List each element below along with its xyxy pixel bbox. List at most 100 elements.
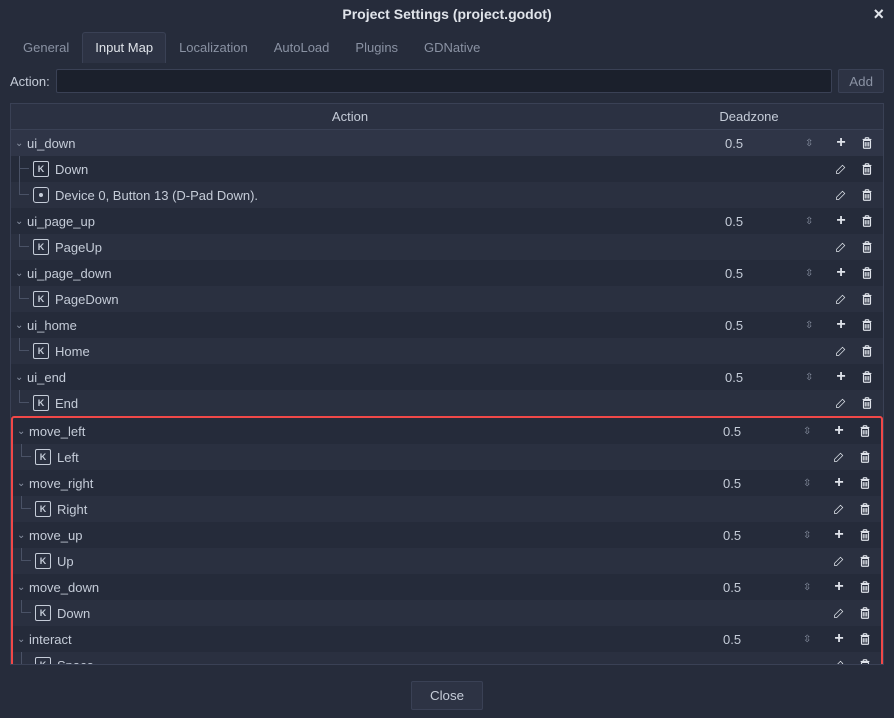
delete-icon[interactable]	[859, 239, 875, 255]
event-row[interactable]: KPageUp	[11, 234, 883, 260]
event-row[interactable]: KLeft	[13, 444, 881, 470]
action-row[interactable]: ⌄ui_down0.5⇳	[11, 130, 883, 156]
close-icon[interactable]: ×	[873, 4, 884, 25]
deadzone-value[interactable]: 0.5	[717, 424, 803, 439]
deadzone-value[interactable]: 0.5	[717, 580, 803, 595]
expand-icon[interactable]: ⌄	[15, 216, 25, 227]
event-row[interactable]: KSpace	[13, 652, 881, 664]
expand-icon[interactable]: ⌄	[17, 634, 27, 645]
delete-icon[interactable]	[859, 395, 875, 411]
action-input[interactable]	[56, 69, 833, 93]
tab-general[interactable]: General	[10, 32, 82, 63]
event-row[interactable]: KDown	[11, 156, 883, 182]
delete-icon[interactable]	[857, 657, 873, 664]
action-row[interactable]: ⌄ui_home0.5⇳	[11, 312, 883, 338]
action-row[interactable]: ⌄move_up0.5⇳	[13, 522, 881, 548]
deadzone-value[interactable]: 0.5	[719, 370, 805, 385]
delete-icon[interactable]	[857, 605, 873, 621]
add-event-icon[interactable]	[831, 475, 847, 491]
edit-icon[interactable]	[831, 449, 847, 465]
event-row[interactable]: KHome	[11, 338, 883, 364]
expand-icon[interactable]: ⌄	[17, 426, 27, 437]
event-row[interactable]: KEnd	[11, 390, 883, 416]
edit-icon[interactable]	[833, 395, 849, 411]
delete-icon[interactable]	[859, 317, 875, 333]
event-row[interactable]: KPageDown	[11, 286, 883, 312]
delete-icon[interactable]	[859, 291, 875, 307]
delete-icon[interactable]	[857, 631, 873, 647]
add-button[interactable]: Add	[838, 69, 884, 93]
spinner-icon[interactable]: ⇳	[803, 426, 817, 437]
edit-icon[interactable]	[833, 291, 849, 307]
edit-icon[interactable]	[833, 187, 849, 203]
action-tree[interactable]: ⌄ui_down0.5⇳KDownDevice 0, Button 13 (D-…	[11, 130, 883, 664]
action-row[interactable]: ⌄move_down0.5⇳	[13, 574, 881, 600]
tab-input-map[interactable]: Input Map	[82, 32, 166, 63]
edit-icon[interactable]	[833, 161, 849, 177]
delete-icon[interactable]	[857, 475, 873, 491]
add-event-icon[interactable]	[833, 317, 849, 333]
action-row[interactable]: ⌄ui_end0.5⇳	[11, 364, 883, 390]
delete-icon[interactable]	[859, 265, 875, 281]
delete-icon[interactable]	[857, 449, 873, 465]
event-row[interactable]: Device 0, Button 13 (D-Pad Down).	[11, 182, 883, 208]
tab-gdnative[interactable]: GDNative	[411, 32, 493, 63]
column-deadzone[interactable]: Deadzone	[689, 104, 809, 129]
action-row[interactable]: ⌄move_left0.5⇳	[13, 418, 881, 444]
edit-icon[interactable]	[833, 239, 849, 255]
expand-icon[interactable]: ⌄	[15, 138, 25, 149]
delete-icon[interactable]	[859, 213, 875, 229]
deadzone-value[interactable]: 0.5	[719, 266, 805, 281]
action-row[interactable]: ⌄move_right0.5⇳	[13, 470, 881, 496]
edit-icon[interactable]	[831, 553, 847, 569]
delete-icon[interactable]	[857, 553, 873, 569]
expand-icon[interactable]: ⌄	[17, 530, 27, 541]
delete-icon[interactable]	[859, 161, 875, 177]
action-row[interactable]: ⌄ui_page_up0.5⇳	[11, 208, 883, 234]
add-event-icon[interactable]	[831, 527, 847, 543]
expand-icon[interactable]: ⌄	[17, 582, 27, 593]
event-row[interactable]: KUp	[13, 548, 881, 574]
deadzone-value[interactable]: 0.5	[719, 136, 805, 151]
tab-plugins[interactable]: Plugins	[342, 32, 411, 63]
delete-icon[interactable]	[857, 501, 873, 517]
edit-icon[interactable]	[831, 605, 847, 621]
expand-icon[interactable]: ⌄	[15, 268, 25, 279]
delete-icon[interactable]	[859, 343, 875, 359]
deadzone-value[interactable]: 0.5	[719, 214, 805, 229]
delete-icon[interactable]	[857, 423, 873, 439]
spinner-icon[interactable]: ⇳	[805, 372, 819, 383]
delete-icon[interactable]	[859, 135, 875, 151]
add-event-icon[interactable]	[833, 265, 849, 281]
delete-icon[interactable]	[859, 187, 875, 203]
delete-icon[interactable]	[857, 527, 873, 543]
add-event-icon[interactable]	[833, 213, 849, 229]
event-row[interactable]: KRight	[13, 496, 881, 522]
column-action[interactable]: Action	[11, 104, 689, 129]
spinner-icon[interactable]: ⇳	[805, 268, 819, 279]
deadzone-value[interactable]: 0.5	[719, 318, 805, 333]
add-event-icon[interactable]	[833, 135, 849, 151]
edit-icon[interactable]	[831, 657, 847, 664]
action-row[interactable]: ⌄interact0.5⇳	[13, 626, 881, 652]
edit-icon[interactable]	[831, 501, 847, 517]
deadzone-value[interactable]: 0.5	[717, 632, 803, 647]
add-event-icon[interactable]	[831, 423, 847, 439]
expand-icon[interactable]: ⌄	[17, 478, 27, 489]
add-event-icon[interactable]	[831, 579, 847, 595]
tab-localization[interactable]: Localization	[166, 32, 261, 63]
add-event-icon[interactable]	[831, 631, 847, 647]
deadzone-value[interactable]: 0.5	[717, 476, 803, 491]
action-row[interactable]: ⌄ui_page_down0.5⇳	[11, 260, 883, 286]
tab-autoload[interactable]: AutoLoad	[261, 32, 343, 63]
close-button[interactable]: Close	[411, 681, 483, 710]
expand-icon[interactable]: ⌄	[15, 320, 25, 331]
spinner-icon[interactable]: ⇳	[805, 216, 819, 227]
spinner-icon[interactable]: ⇳	[803, 634, 817, 645]
delete-icon[interactable]	[859, 369, 875, 385]
delete-icon[interactable]	[857, 579, 873, 595]
spinner-icon[interactable]: ⇳	[803, 582, 817, 593]
spinner-icon[interactable]: ⇳	[803, 530, 817, 541]
deadzone-value[interactable]: 0.5	[717, 528, 803, 543]
spinner-icon[interactable]: ⇳	[805, 138, 819, 149]
